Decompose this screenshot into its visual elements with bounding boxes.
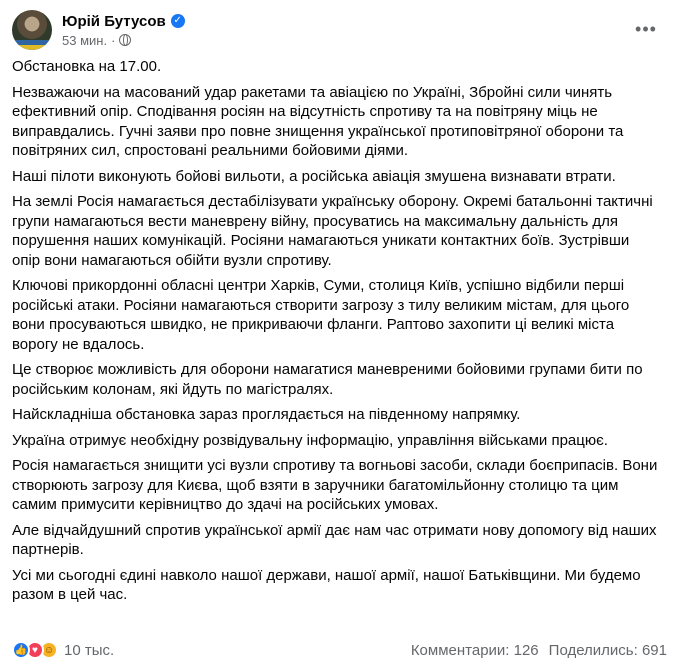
avatar-flag-yellow [12,45,52,50]
globe-icon[interactable] [119,34,132,46]
post-stats: Комментарии: 126 Поделились: 691 [411,642,667,659]
paragraph: Це створює можливість для оборони намага… [12,361,643,398]
paragraph: Обстановка на 17.00. [12,58,162,75]
comments-count[interactable]: Комментарии: 126 [411,642,539,659]
reactions-summary[interactable]: 👍 ♥ ☺ 10 тыс. [12,641,114,659]
paragraph: Наші пілоти виконують бойові вильоти, а … [12,167,616,185]
post-time[interactable]: 53 мин. [62,33,107,48]
paragraph: Росія намагається знищити усі вузли спро… [12,457,658,513]
meta-separator: · [111,32,116,48]
paragraph: Незважаючи на масований удар ракетами та… [12,83,624,160]
post-footer: 👍 ♥ ☺ 10 тыс. Комментарии: 126 Поделилис… [12,638,667,662]
post-text: Обстановка на 17.00. Незважаючи на масов… [12,57,672,611]
more-options-icon[interactable]: ••• [631,14,661,44]
paragraph: Україна отримує необхідну розвідувальну … [12,431,608,449]
paragraph: Ключові прикордонні обласні центри Харкі… [12,277,630,353]
paragraph: Але відчайдушний спротив української арм… [12,521,657,559]
facebook-post: Юрій Бутусов ✓ 53 мин. · ••• Обстановка … [0,0,679,664]
paragraph: На землі Росія намагається дестабілізува… [12,193,653,269]
author-avatar[interactable] [12,10,52,50]
author-row: Юрій Бутусов ✓ [62,11,185,31]
verified-badge-icon: ✓ [170,14,185,28]
post-meta: 53 мин. · [62,32,132,48]
paragraph: Усі ми сьогодні єдині навколо нашої держ… [12,566,641,604]
reaction-count[interactable]: 10 тыс. [64,642,114,659]
post-header: Юрій Бутусов ✓ 53 мин. · ••• [12,8,667,50]
paragraph: Найскладніша обстановка зараз проглядаєт… [12,406,521,423]
author-name[interactable]: Юрій Бутусов [62,13,166,30]
shares-count[interactable]: Поделились: 691 [549,642,667,659]
like-icon: 👍 [12,641,30,659]
